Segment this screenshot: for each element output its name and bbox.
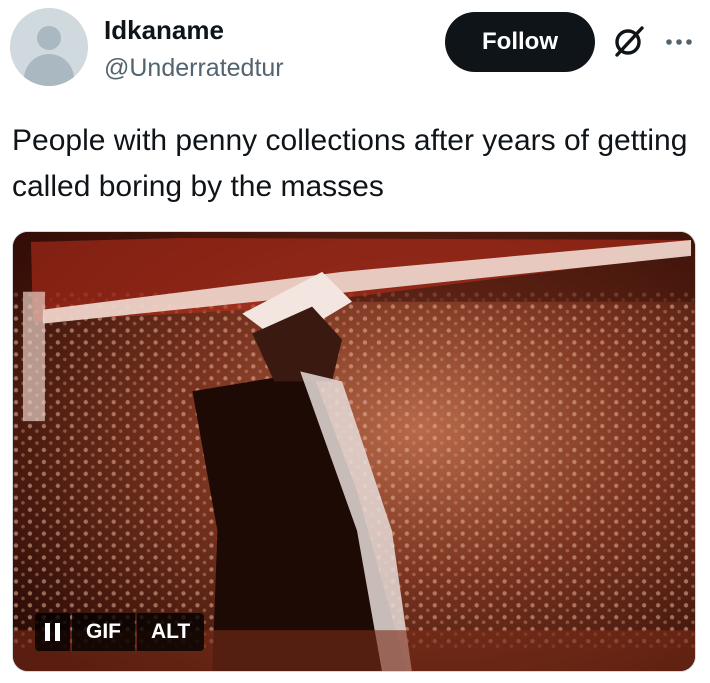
default-avatar-icon	[37, 26, 61, 50]
follow-button[interactable]: Follow	[445, 12, 595, 72]
gif-controls: GIF ALT	[35, 613, 205, 651]
gif-frame	[13, 232, 695, 671]
grok-icon[interactable]	[610, 24, 646, 60]
pause-icon	[45, 623, 60, 641]
avatar-shoulders	[24, 54, 74, 86]
author-handle[interactable]: @Underratedtur	[104, 52, 284, 84]
author-avatar[interactable]	[10, 8, 88, 86]
tweet-text: People with penny collections after year…	[12, 124, 688, 203]
pause-button[interactable]	[35, 613, 70, 651]
alt-text-button[interactable]: ALT	[137, 613, 205, 651]
gif-media[interactable]: GIF ALT	[12, 231, 696, 672]
gif-badge: GIF	[72, 613, 135, 651]
more-dots-icon[interactable]	[664, 24, 694, 60]
author-display-name[interactable]: Idkaname	[104, 14, 224, 46]
